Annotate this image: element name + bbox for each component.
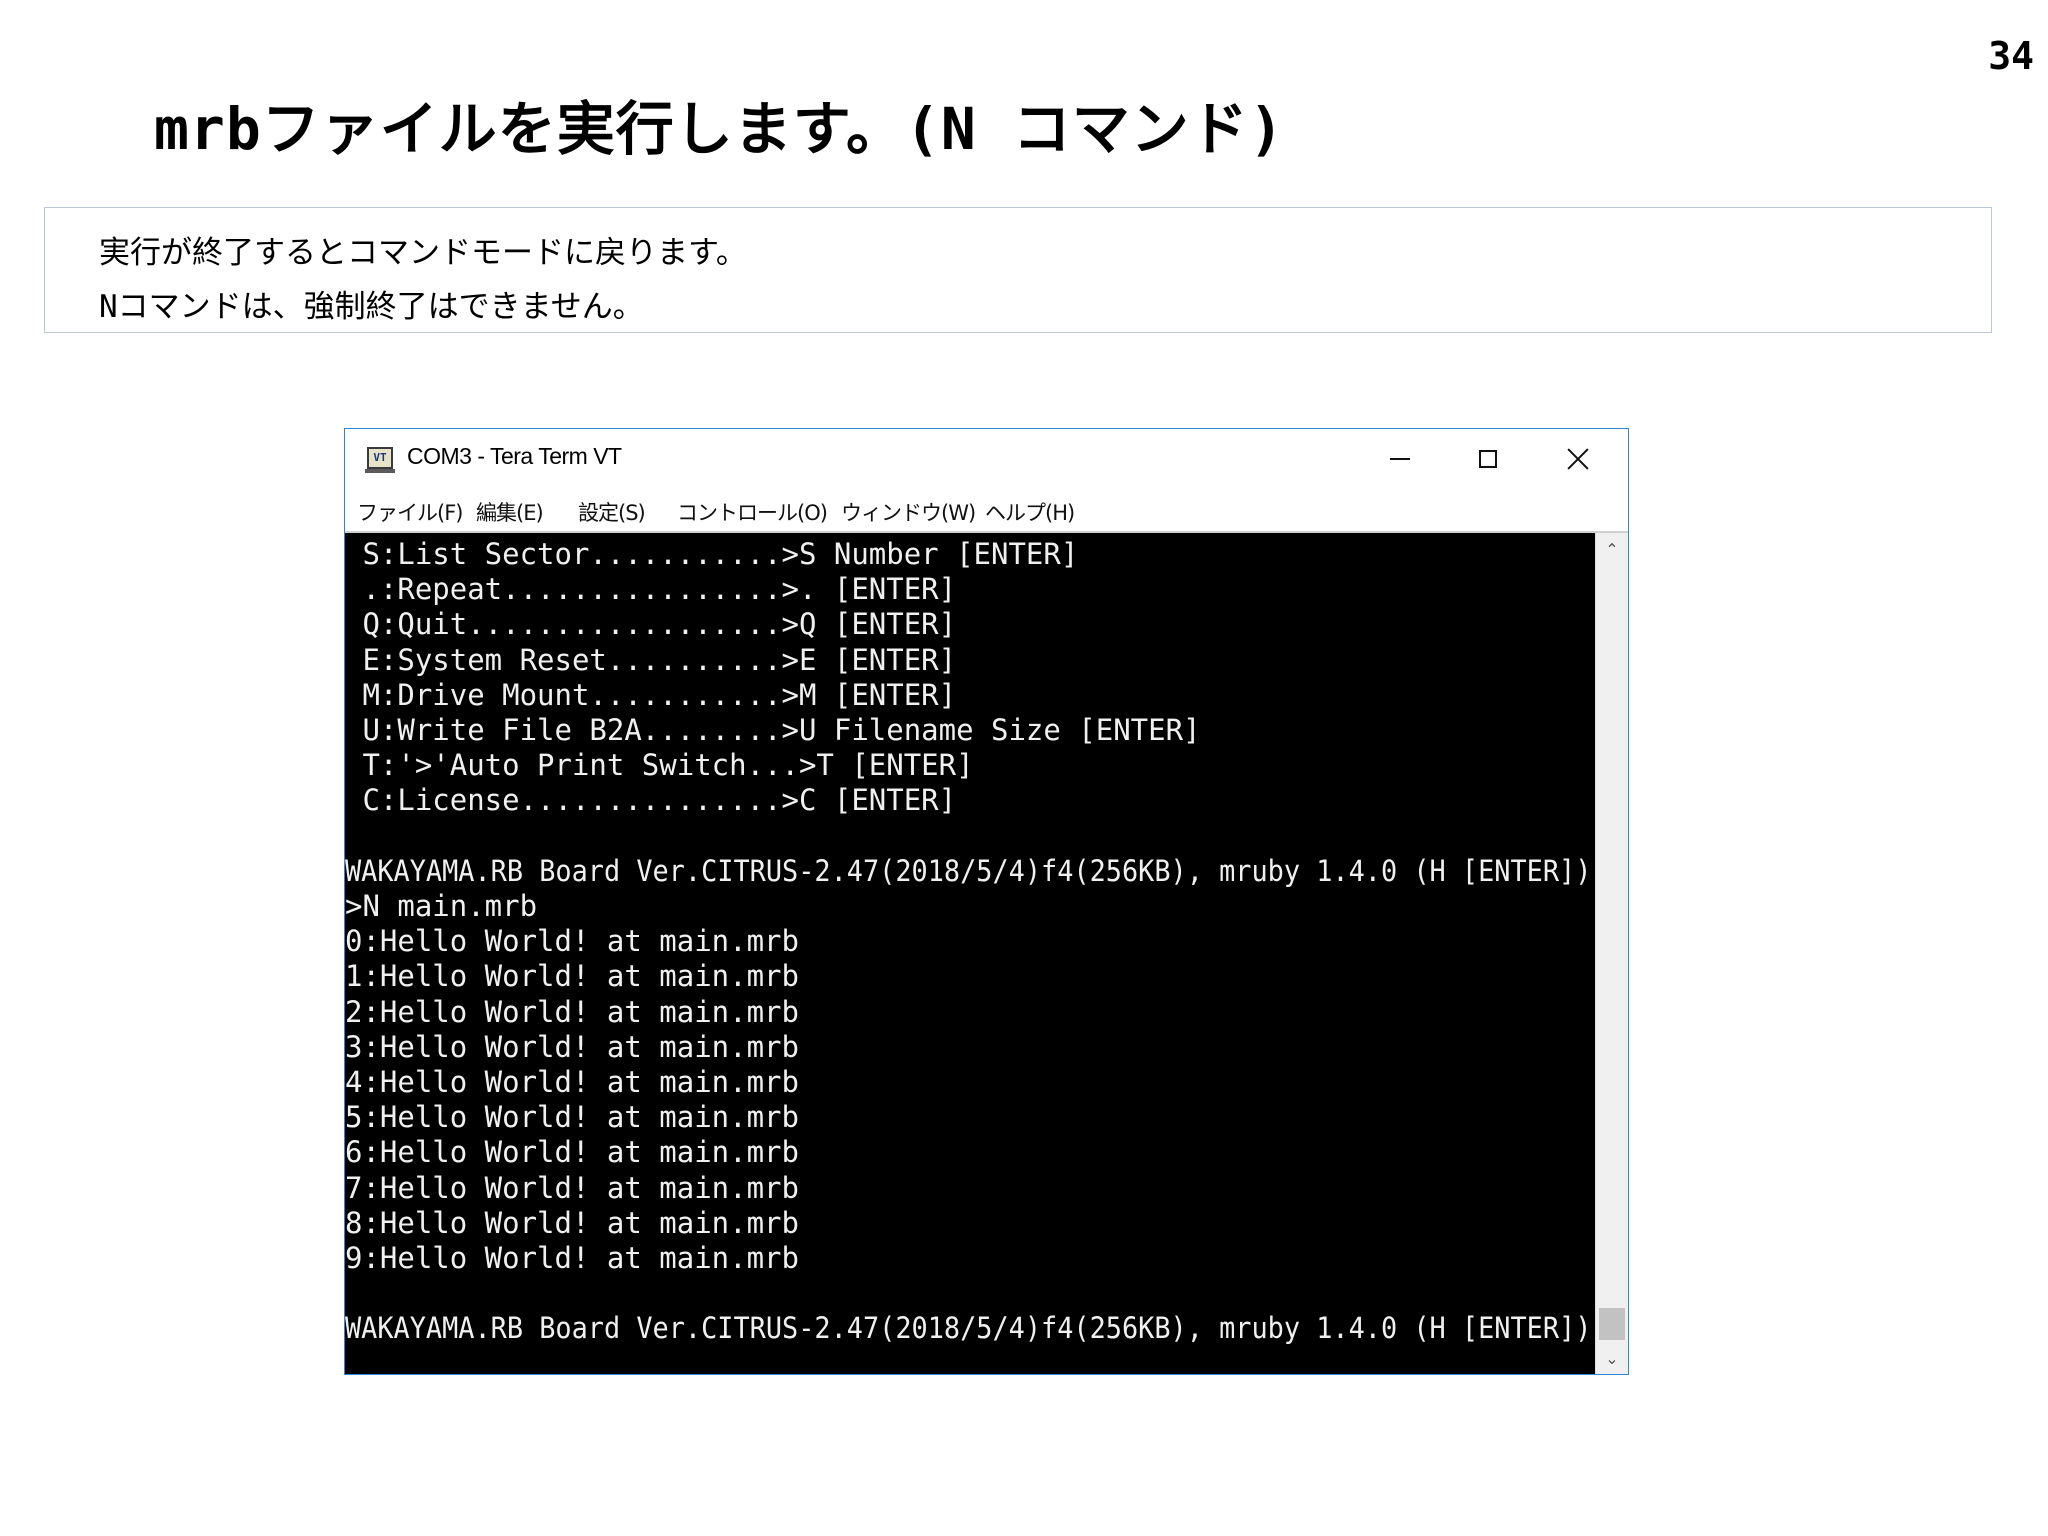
maximize-button[interactable] [1444,429,1532,489]
scroll-down-arrow-icon[interactable]: ⌄ [1596,1342,1628,1374]
menu-help[interactable]: ヘルプ(H) [985,497,1075,527]
maximize-icon [1479,450,1497,468]
terminal-output[interactable]: > S:List Sector...........>S Number [ENT… [345,533,1595,1374]
terminal-line: 1:Hello World! at main.mrb [345,959,799,994]
terminal-line: U:Write File B2A........>U Filename Size… [345,713,1201,747]
terminal-line: .:Repeat................>. [ENTER] [345,572,957,607]
menu-bar: ファイル(F) 編集(E) 設定(S) コントロール(O) ウィンドウ(W) ヘ… [345,489,1628,533]
note-box: 実行が終了するとコマンドモードに戻ります。 Nコマンドは、強制終了はできません。 [44,207,1992,333]
terminal-line: 3:Hello World! at main.mrb [345,1029,799,1064]
terminal-line: WAKAYAMA.RB Board Ver.CITRUS-2.47(2018/5… [345,853,1592,888]
minimize-button[interactable] [1356,429,1444,489]
note-line-completion: 実行が終了するとコマンドモードに戻ります。 [99,235,747,271]
teraterm-app-icon[interactable]: VT [365,447,395,473]
menu-control[interactable]: コントロール(O) [677,497,828,527]
terminal-line: E:System Reset..........>E [ENTER] [345,642,957,677]
terminal-line: 8:Hello World! at main.mrb [345,1205,799,1240]
note-line-force-stop: Nコマンドは、強制終了はできません。 [99,289,644,325]
terminal-line: T:'>'Auto Print Switch...>T [ENTER] [345,748,974,783]
minimize-icon [1390,458,1410,460]
window-title: COM3 - Tera Term VT [407,443,622,469]
terminal-line: >N main.mrb [345,889,538,923]
terminal-line: C:License...............>C [ENTER] [345,783,957,818]
terminal-line: 6:Hello World! at main.mrb [345,1135,799,1170]
window-titlebar[interactable]: VT COM3 - Tera Term VT [345,429,1628,489]
terminal-line: WAKAYAMA.RB Board Ver.CITRUS-2.47(2018/5… [345,1311,1592,1346]
menu-edit[interactable]: 編集(E) [476,497,544,527]
close-button[interactable] [1534,429,1622,489]
menu-setup[interactable]: 設定(S) [578,497,646,527]
page-number: 34 [1988,34,2034,78]
terminal-line: 2:Hello World! at main.mrb [345,994,799,1029]
scroll-up-arrow-icon[interactable]: ⌃ [1596,533,1628,565]
vertical-scrollbar[interactable]: ⌃ ⌄ [1595,533,1628,1374]
menu-file[interactable]: ファイル(F) [357,497,463,527]
terminal-line: S:List Sector...........>S Number [ENTER… [345,537,1079,571]
terminal-line: M:Drive Mount...........>M [ENTER] [345,677,957,712]
terminal-line: 7:Hello World! at main.mrb [345,1170,799,1205]
teraterm-window[interactable]: VT COM3 - Tera Term VT ファイル(F) 編集(E) 設定(… [344,428,1629,1375]
terminal-line: Q:Quit..................>Q [ENTER] [345,607,957,642]
terminal-line: 9:Hello World! at main.mrb [345,1241,799,1275]
terminal-line: 5:Hello World! at main.mrb [345,1100,799,1135]
terminal-line: 0:Hello World! at main.mrb [345,924,799,959]
scroll-thumb[interactable] [1599,1308,1625,1340]
menu-window[interactable]: ウィンドウ(W) [841,497,976,527]
terminal-line: 4:Hello World! at main.mrb [345,1065,799,1099]
slide-title: mrbファイルを実行します。(N コマンド) [154,95,1285,163]
close-icon [1566,447,1590,471]
